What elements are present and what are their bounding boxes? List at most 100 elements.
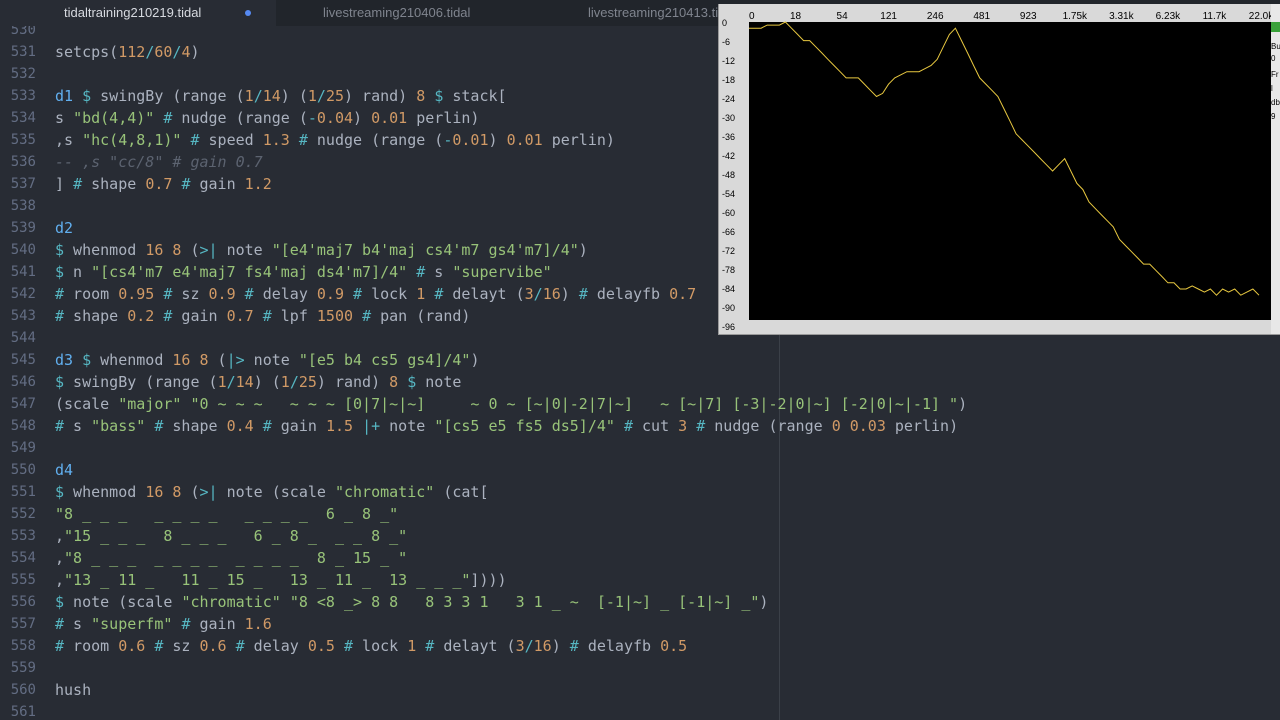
frequency-tick-label: 6.23k <box>1156 11 1181 22</box>
code-token: room <box>64 285 119 303</box>
code-token: # <box>235 637 245 655</box>
code-token: # <box>262 307 272 325</box>
code-token: speed <box>199 131 263 149</box>
code-line[interactable]: ,"15 _ _ _ 8 _ _ _ 6 _ 8 _ _ _ 8 _" <box>55 525 407 547</box>
code-line[interactable]: $ n "[cs4'm7 e4'maj7 fs4'maj ds4'm7]/4" … <box>55 261 552 283</box>
code-line[interactable]: $ whenmod 16 8 (>| note "[e4'maj7 b4'maj… <box>55 239 588 261</box>
code-token: ) <box>551 637 570 655</box>
active-indicator-icon <box>1271 22 1280 32</box>
code-line[interactable]: # s "bass" # shape 0.4 # gain 1.5 |+ not… <box>55 415 958 437</box>
code-token: "[cs5 e5 fs5 ds5]/4" <box>434 417 615 435</box>
code-token: $ <box>55 263 65 281</box>
line-number: 560 <box>10 682 36 698</box>
code-line[interactable]: "8 _ _ _ _ _ _ _ _ _ _ _ 6 _ 8 _" <box>55 503 398 525</box>
spectrum-analyzer-window[interactable]: 0 18 54 121 246 481 923 1.75k 3.31k 6.23k 11.7k 22.… <box>718 4 1280 335</box>
side-panel-label: l <box>1271 84 1273 93</box>
code-line[interactable]: ,"13 _ 11 _ 11 _ 15 _ 13 _ 11 _ 13 _ _ _… <box>55 569 507 591</box>
code-token: "[e4'maj7 b4'maj cs4'm7 gs4'm7]/4" <box>271 241 579 259</box>
code-line[interactable]: $ note (scale "chromatic" "8 <8 _> 8 8 8… <box>55 591 768 613</box>
code-line[interactable]: d3 $ whenmod 16 8 (|> note "[e5 b4 cs5 g… <box>55 349 479 371</box>
side-panel-label: Bu <box>1271 42 1280 51</box>
code-line[interactable]: # room 0.95 # sz 0.9 # delay 0.9 # lock … <box>55 283 696 305</box>
code-line[interactable]: (scale "major" "0 ~ ~ ~ ~ ~ ~ [0|7|~|~] … <box>55 393 967 415</box>
code-line[interactable]: # shape 0.2 # gain 0.7 # lpf 1500 # pan … <box>55 305 470 327</box>
code-token: ) rand) <box>344 87 417 105</box>
code-token: 25 <box>298 373 317 391</box>
code-line[interactable]: d4 <box>55 459 73 481</box>
db-tick-label: -66 <box>722 227 735 237</box>
code-token: 1 <box>280 373 290 391</box>
line-number: 548 <box>10 418 36 434</box>
code-token: hush <box>55 681 92 699</box>
code-line[interactable]: ,"8 _ _ _ _ _ _ _ _ _ _ _ 8 _ 15 _ " <box>55 547 407 569</box>
code-token: # <box>55 307 65 325</box>
db-tick-label: -48 <box>722 170 735 180</box>
frequency-tick-label: 18 <box>790 11 802 22</box>
code-line[interactable]: ,s "hc(4,8,1)" # speed 1.3 # nudge (rang… <box>55 129 615 151</box>
code-token: / <box>289 373 299 391</box>
code-line[interactable]: # room 0.6 # sz 0.6 # delay 0.5 # lock 1… <box>55 635 687 657</box>
code-token: "13 _ 11 _ 11 _ 15 _ 13 _ 11 _ 13 _ _ _" <box>64 571 471 589</box>
line-number: 540 <box>10 242 36 258</box>
tab-livestreaming210406[interactable]: livestreaming210406.tidal <box>277 0 527 26</box>
code-token: 0.6 <box>199 637 227 655</box>
code-token: (scale <box>55 395 119 413</box>
code-line[interactable]: d2 <box>55 217 73 239</box>
code-token: # <box>344 637 354 655</box>
code-line[interactable]: -- ,s "cc/8" # gain 0.7 <box>55 151 263 173</box>
code-line[interactable]: # s "superfm" # gain 1.6 <box>55 613 272 635</box>
tab-livestreaming210413[interactable]: livestreaming210413.tid <box>528 0 728 26</box>
code-token: ) <box>759 593 769 611</box>
frequency-tick-label: 11.7k <box>1203 11 1228 22</box>
code-token: # <box>569 637 579 655</box>
code-line[interactable]: $ swingBy (range (1/14) (1/25) rand) 8 $… <box>55 371 461 393</box>
code-token: $ <box>55 483 65 501</box>
line-number: 549 <box>10 440 36 456</box>
code-token: $ <box>434 87 444 105</box>
code-token: 16 <box>172 351 191 369</box>
code-token: / <box>316 87 326 105</box>
code-token: s <box>425 263 453 281</box>
code-token: 16 <box>145 241 164 259</box>
code-token: sz <box>172 285 209 303</box>
code-token: ] <box>55 175 74 193</box>
code-line[interactable]: hush <box>55 679 91 701</box>
line-number: 550 <box>10 462 36 478</box>
code-token: |> <box>226 351 245 369</box>
code-token: # <box>425 637 435 655</box>
code-token: 0.7 <box>226 307 254 325</box>
tab-tidaltraining210219[interactable]: tidaltraining210219.tidal <box>0 0 276 26</box>
code-line[interactable]: s "bd(4,4)" # nudge (range (-0.04) 0.01 … <box>55 107 479 129</box>
spectrum-plot-area <box>749 22 1271 320</box>
code-token: d1 <box>55 87 74 105</box>
line-number: 558 <box>10 638 36 654</box>
code-token: whenmod <box>64 483 146 501</box>
code-token: swingBy (range ( <box>91 87 245 105</box>
code-line[interactable]: d1 $ swingBy (range (1/14) (1/25) rand) … <box>55 85 507 107</box>
line-number: 532 <box>10 66 36 82</box>
code-token: # <box>55 637 65 655</box>
code-token: 3 <box>524 285 534 303</box>
frequency-tick-label: 923 <box>1020 11 1037 22</box>
code-token: shape <box>82 175 146 193</box>
code-token: 0.5 <box>660 637 688 655</box>
code-token: # <box>244 285 254 303</box>
code-token: note (scale <box>217 483 335 501</box>
code-token: 25 <box>325 87 344 105</box>
code-line[interactable]: $ whenmod 16 8 (>| note (scale "chromati… <box>55 481 489 503</box>
code-line[interactable]: ] # shape 0.7 # gain 1.2 <box>55 173 272 195</box>
code-line[interactable]: setcps(112/60/4) <box>55 41 200 63</box>
code-token: shape <box>163 417 227 435</box>
code-token: delay <box>244 637 308 655</box>
